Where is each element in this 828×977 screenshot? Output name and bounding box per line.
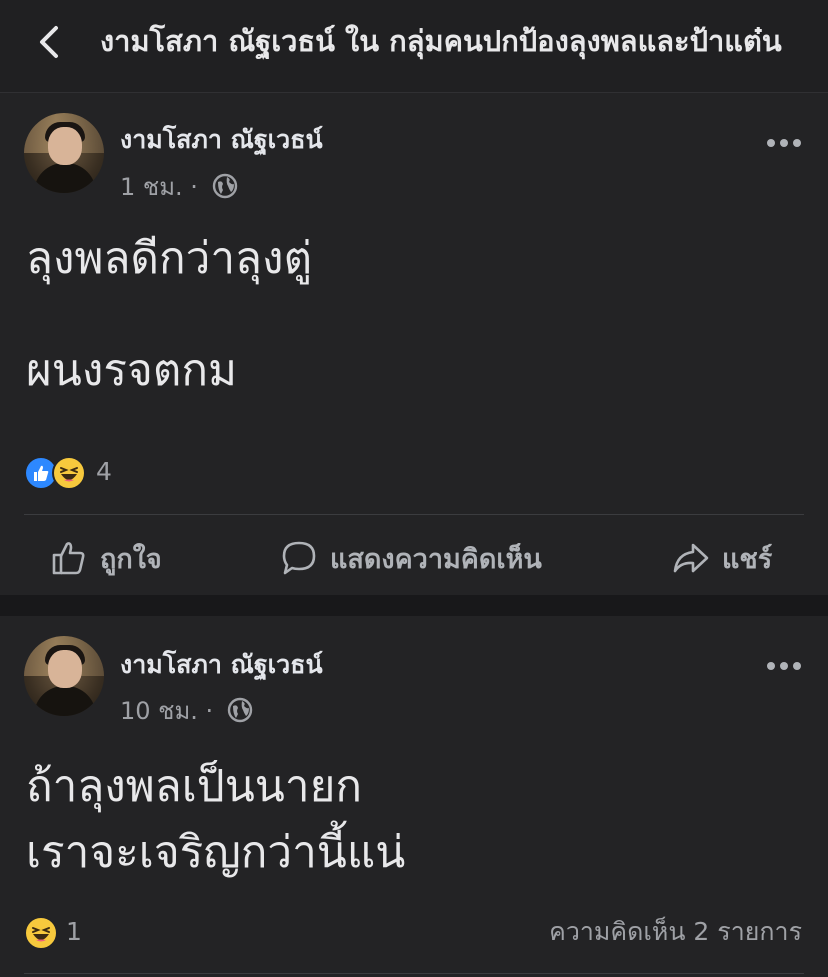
reaction-count: 4 (96, 457, 112, 486)
avatar[interactable] (24, 113, 104, 193)
post-meta: 1 ชม. · (120, 171, 238, 207)
reactions-summary[interactable]: 1 (24, 916, 104, 950)
comment-count-link[interactable]: ความคิดเห็น 2 รายการ (549, 916, 802, 948)
comment-button[interactable]: แสดงความคิดเห็น (280, 518, 542, 598)
chevron-left-icon (40, 26, 58, 58)
post-text: ถ้าลุงพลเป็นนายก เราจะเจริญกว่านี้แน่ (26, 761, 406, 878)
comment-label: แสดงความคิดเห็น (330, 543, 542, 575)
comment-icon (282, 541, 316, 575)
divider (24, 973, 804, 974)
like-button[interactable]: ถูกใจ (50, 518, 162, 598)
globe-icon (212, 173, 238, 207)
avatar[interactable] (24, 636, 104, 716)
action-bar: ถูกใจ แสดงความคิดเห็น แชร์ (0, 518, 828, 598)
reaction-count: 1 (66, 917, 82, 946)
author-name[interactable]: งามโสภา ณัฐเวธน์ (120, 123, 323, 157)
post-time: 1 ชม. · (120, 173, 198, 201)
more-options-button[interactable] (766, 656, 802, 670)
like-label: ถูกใจ (100, 543, 162, 575)
page-title: งามโสภา ณัฐเวธน์ ใน กลุ่มคนปกป้องลุงพลแล… (100, 24, 782, 58)
more-icon (767, 662, 801, 670)
back-button[interactable] (30, 22, 70, 62)
divider (24, 514, 804, 515)
globe-icon (227, 697, 253, 731)
more-options-button[interactable] (766, 133, 802, 147)
post-meta: 10 ชม. · (120, 695, 253, 731)
thumbs-up-icon (52, 542, 85, 575)
author-name[interactable]: งามโสภา ณัฐเวธน์ (120, 648, 323, 682)
haha-reaction-icon (52, 456, 86, 490)
haha-reaction-icon (24, 916, 58, 950)
reactions-summary[interactable]: 4 (24, 456, 144, 490)
post-card: งามโสภา ณัฐเวธน์ 10 ชม. · ถ้าลุงพลเป็นนา… (0, 616, 828, 977)
post-text: ลุงพลดีกว่าลุงตู่ ผนงรจตกม (26, 233, 313, 396)
top-bar: งามโสภา ณัฐเวธน์ ใน กลุ่มคนปกป้องลุงพลแล… (0, 0, 828, 93)
post-time: 10 ชม. · (120, 697, 214, 725)
share-arrow-icon (673, 543, 709, 573)
share-button[interactable]: แชร์ (672, 518, 772, 598)
share-label: แชร์ (722, 543, 773, 575)
post-card: งามโสภา ณัฐเวธน์ 1 ชม. · ลุงพลดีกว่าลุงต… (0, 93, 828, 595)
more-icon (767, 139, 801, 147)
